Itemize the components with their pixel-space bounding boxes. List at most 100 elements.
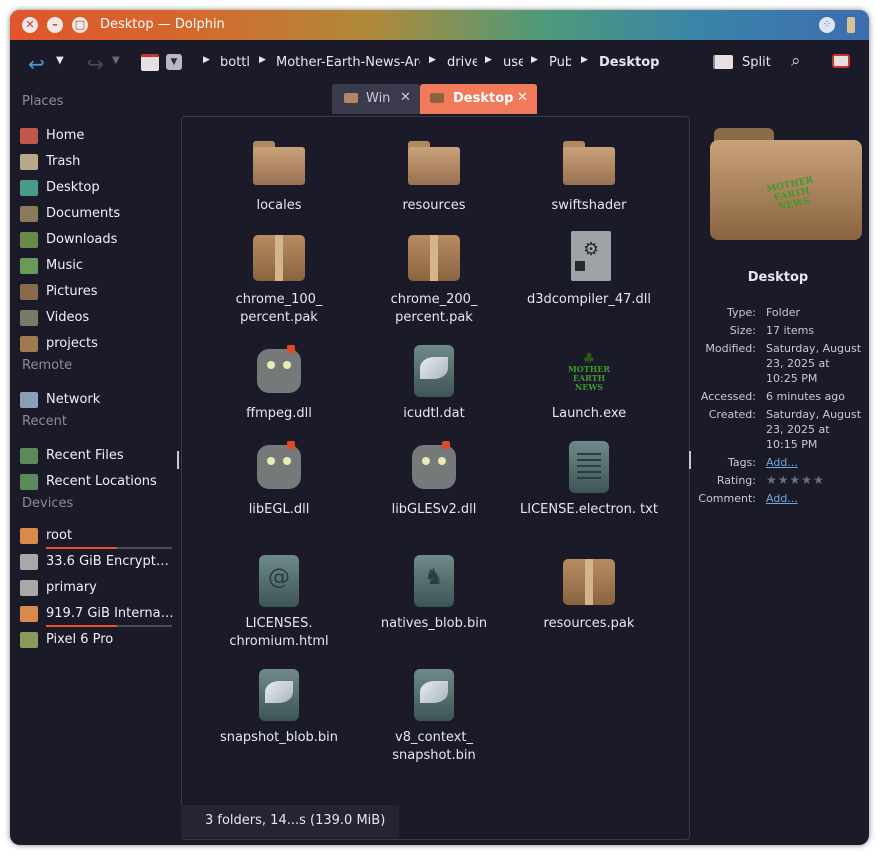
recent-heading: Recent	[22, 414, 67, 429]
info-title: Desktop	[747, 270, 809, 285]
add-comment-link[interactable]: Add...	[766, 491, 862, 506]
sidebar-item-network[interactable]: Network	[18, 390, 178, 412]
sidebar-item-desktop[interactable]: Desktop	[18, 178, 178, 200]
sidebar-item-919-7-gib-internal-drive[interactable]: 919.7 GiB Internal Drive	[18, 604, 178, 627]
file-item[interactable]: resources	[359, 133, 509, 215]
sidebar-item-label: primary	[46, 580, 97, 595]
breadcrumb-segment[interactable]: Mother-Earth-News-Arc	[276, 55, 420, 70]
breadcrumb-separator-icon[interactable]: ▶	[429, 55, 436, 65]
tab-win[interactable]: Win ✕	[332, 84, 420, 114]
back-history-chevron-icon[interactable]: ▼	[56, 55, 64, 66]
file-item[interactable]: ♞ natives_blob.bin	[359, 551, 509, 633]
capacity-bar-fill	[46, 625, 117, 627]
info-splitter-handle[interactable]	[689, 451, 691, 469]
file-item[interactable]: locales	[204, 133, 354, 215]
file-item[interactable]: ⚙ d3dcompiler_47.dll	[514, 227, 664, 309]
file-item[interactable]: v8_context_ snapshot.bin	[359, 665, 509, 765]
robot-gear-icon	[402, 437, 466, 497]
sidebar-splitter-handle[interactable]	[177, 451, 179, 469]
split-icon[interactable]	[713, 55, 733, 69]
breadcrumb-separator-icon[interactable]: ▶	[485, 55, 492, 65]
maximize-window-button[interactable]: □	[72, 17, 88, 33]
breadcrumb-separator-icon[interactable]: ▶	[581, 55, 588, 65]
info-row: Accessed: 6 minutes ago	[698, 389, 858, 404]
pictures-folder-icon	[20, 284, 38, 300]
forward-icon[interactable]: ↪	[87, 52, 104, 76]
rating-star-icon[interactable]: ★	[778, 473, 789, 488]
search-icon[interactable]: ⌕	[791, 51, 801, 71]
breadcrumb-current[interactable]: Desktop	[599, 55, 669, 70]
sidebar-item-label: 33.6 GiB Encrypted Drive	[46, 554, 176, 569]
file-item[interactable]: resources.pak	[514, 551, 664, 633]
tab-desktop[interactable]: Desktop ✕	[420, 84, 537, 114]
sidebar-item-recent-files[interactable]: Recent Files	[18, 446, 178, 468]
tags-row: Tags: Add...	[698, 455, 858, 470]
file-item[interactable]: ffmpeg.dll	[204, 341, 354, 423]
feather-icon	[402, 665, 466, 725]
sidebar-item-pixel-6-pro[interactable]: Pixel 6 Pro	[18, 630, 178, 652]
capacity-bar-fill	[46, 547, 117, 549]
file-name: libGLESv2.dll	[391, 502, 477, 517]
breadcrumb-segment[interactable]: bottl	[220, 55, 252, 70]
sidebar-item-projects[interactable]: projects	[18, 334, 178, 356]
file-item[interactable]: ♣ MOTHER EARTH NEWS Launch.exe	[514, 341, 664, 423]
breadcrumb-separator-icon[interactable]: ▶	[259, 55, 266, 65]
folder-icon	[557, 133, 621, 193]
robot-gear-icon	[247, 437, 311, 497]
back-icon[interactable]: ↩	[28, 52, 45, 76]
file-item[interactable]: libEGL.dll	[204, 437, 354, 519]
breadcrumb-root-arrow-icon[interactable]: ▶	[203, 55, 210, 65]
minimize-window-button[interactable]: –	[47, 17, 63, 33]
forward-history-chevron-icon[interactable]: ▼	[112, 55, 120, 66]
sidebar-item-trash[interactable]: Trash	[18, 152, 178, 174]
sidebar-item-downloads[interactable]: Downloads	[18, 230, 178, 252]
file-view[interactable]: locales resources swiftshader chrome_100_ p…	[181, 116, 690, 840]
view-mode-icon[interactable]	[141, 54, 159, 71]
documents-folder-icon	[20, 206, 38, 222]
sidebar-item-33-6-gib-encrypted-drive[interactable]: 33.6 GiB Encrypted Drive	[18, 552, 178, 574]
info-value: 6 minutes ago	[766, 390, 845, 403]
info-key: Size:	[729, 324, 756, 337]
file-item[interactable]: chrome_200_ percent.pak	[359, 227, 509, 327]
file-name: v8_context_ snapshot.bin	[392, 730, 476, 763]
sidebar-item-videos[interactable]: Videos	[18, 308, 178, 330]
close-tab-icon[interactable]: ✕	[400, 90, 411, 105]
add-tags-link[interactable]: Add...	[766, 455, 862, 470]
breadcrumb-separator-icon[interactable]: ▶	[531, 55, 538, 65]
info-key: Rating:	[716, 474, 756, 487]
rating-star-icon[interactable]: ★	[813, 473, 824, 488]
info-value: Folder	[766, 306, 800, 319]
breadcrumb-segment[interactable]: drive	[447, 55, 477, 70]
view-mode-dropdown-button[interactable]: ▼	[166, 54, 182, 70]
sidebar-item-pictures[interactable]: Pictures	[18, 282, 178, 304]
sidebar-item-label: Home	[46, 128, 85, 143]
file-item[interactable]: libGLESv2.dll	[359, 437, 509, 519]
sidebar-item-music[interactable]: Music	[18, 256, 178, 278]
file-item[interactable]: swiftshader	[514, 133, 664, 215]
info-value: 17 items	[766, 324, 815, 337]
sidebar-item-recent-locations[interactable]: Recent Locations	[18, 472, 178, 494]
sidebar-item-home[interactable]: Home	[18, 126, 178, 148]
file-item[interactable]: icudtl.dat	[359, 341, 509, 423]
sidebar-item-root[interactable]: root	[18, 526, 178, 549]
file-item[interactable]: chrome_100_ percent.pak	[204, 227, 354, 327]
rating-star-icon[interactable]: ★	[766, 473, 777, 488]
sidebar-item-label: Downloads	[46, 232, 118, 247]
rating-star-icon[interactable]: ★	[801, 473, 812, 488]
info-row: Created: Saturday, August 23, 2025 at 10:…	[698, 407, 861, 452]
breadcrumb-segment[interactable]: use	[503, 55, 523, 70]
close-window-button[interactable]: ✕	[22, 17, 38, 33]
split-button[interactable]: Split	[742, 55, 771, 70]
window-menu-button[interactable]: ⁘	[819, 17, 835, 33]
file-item[interactable]: LICENSE.electron. txt	[514, 437, 664, 519]
breadcrumb-segment[interactable]: Pub	[549, 55, 571, 70]
sidebar-item-label: Documents	[46, 206, 121, 221]
sidebar-item-primary[interactable]: primary	[18, 578, 178, 600]
file-item[interactable]: @ LICENSES. chromium.html	[204, 551, 354, 651]
sidebar-item-documents[interactable]: Documents	[18, 204, 178, 226]
close-tab-icon[interactable]: ✕	[517, 90, 528, 105]
menu-icon[interactable]	[832, 54, 850, 68]
rating-star-icon[interactable]: ★	[790, 473, 801, 488]
file-item[interactable]: snapshot_blob.bin	[204, 665, 354, 747]
keep-above-icon[interactable]	[847, 17, 855, 33]
